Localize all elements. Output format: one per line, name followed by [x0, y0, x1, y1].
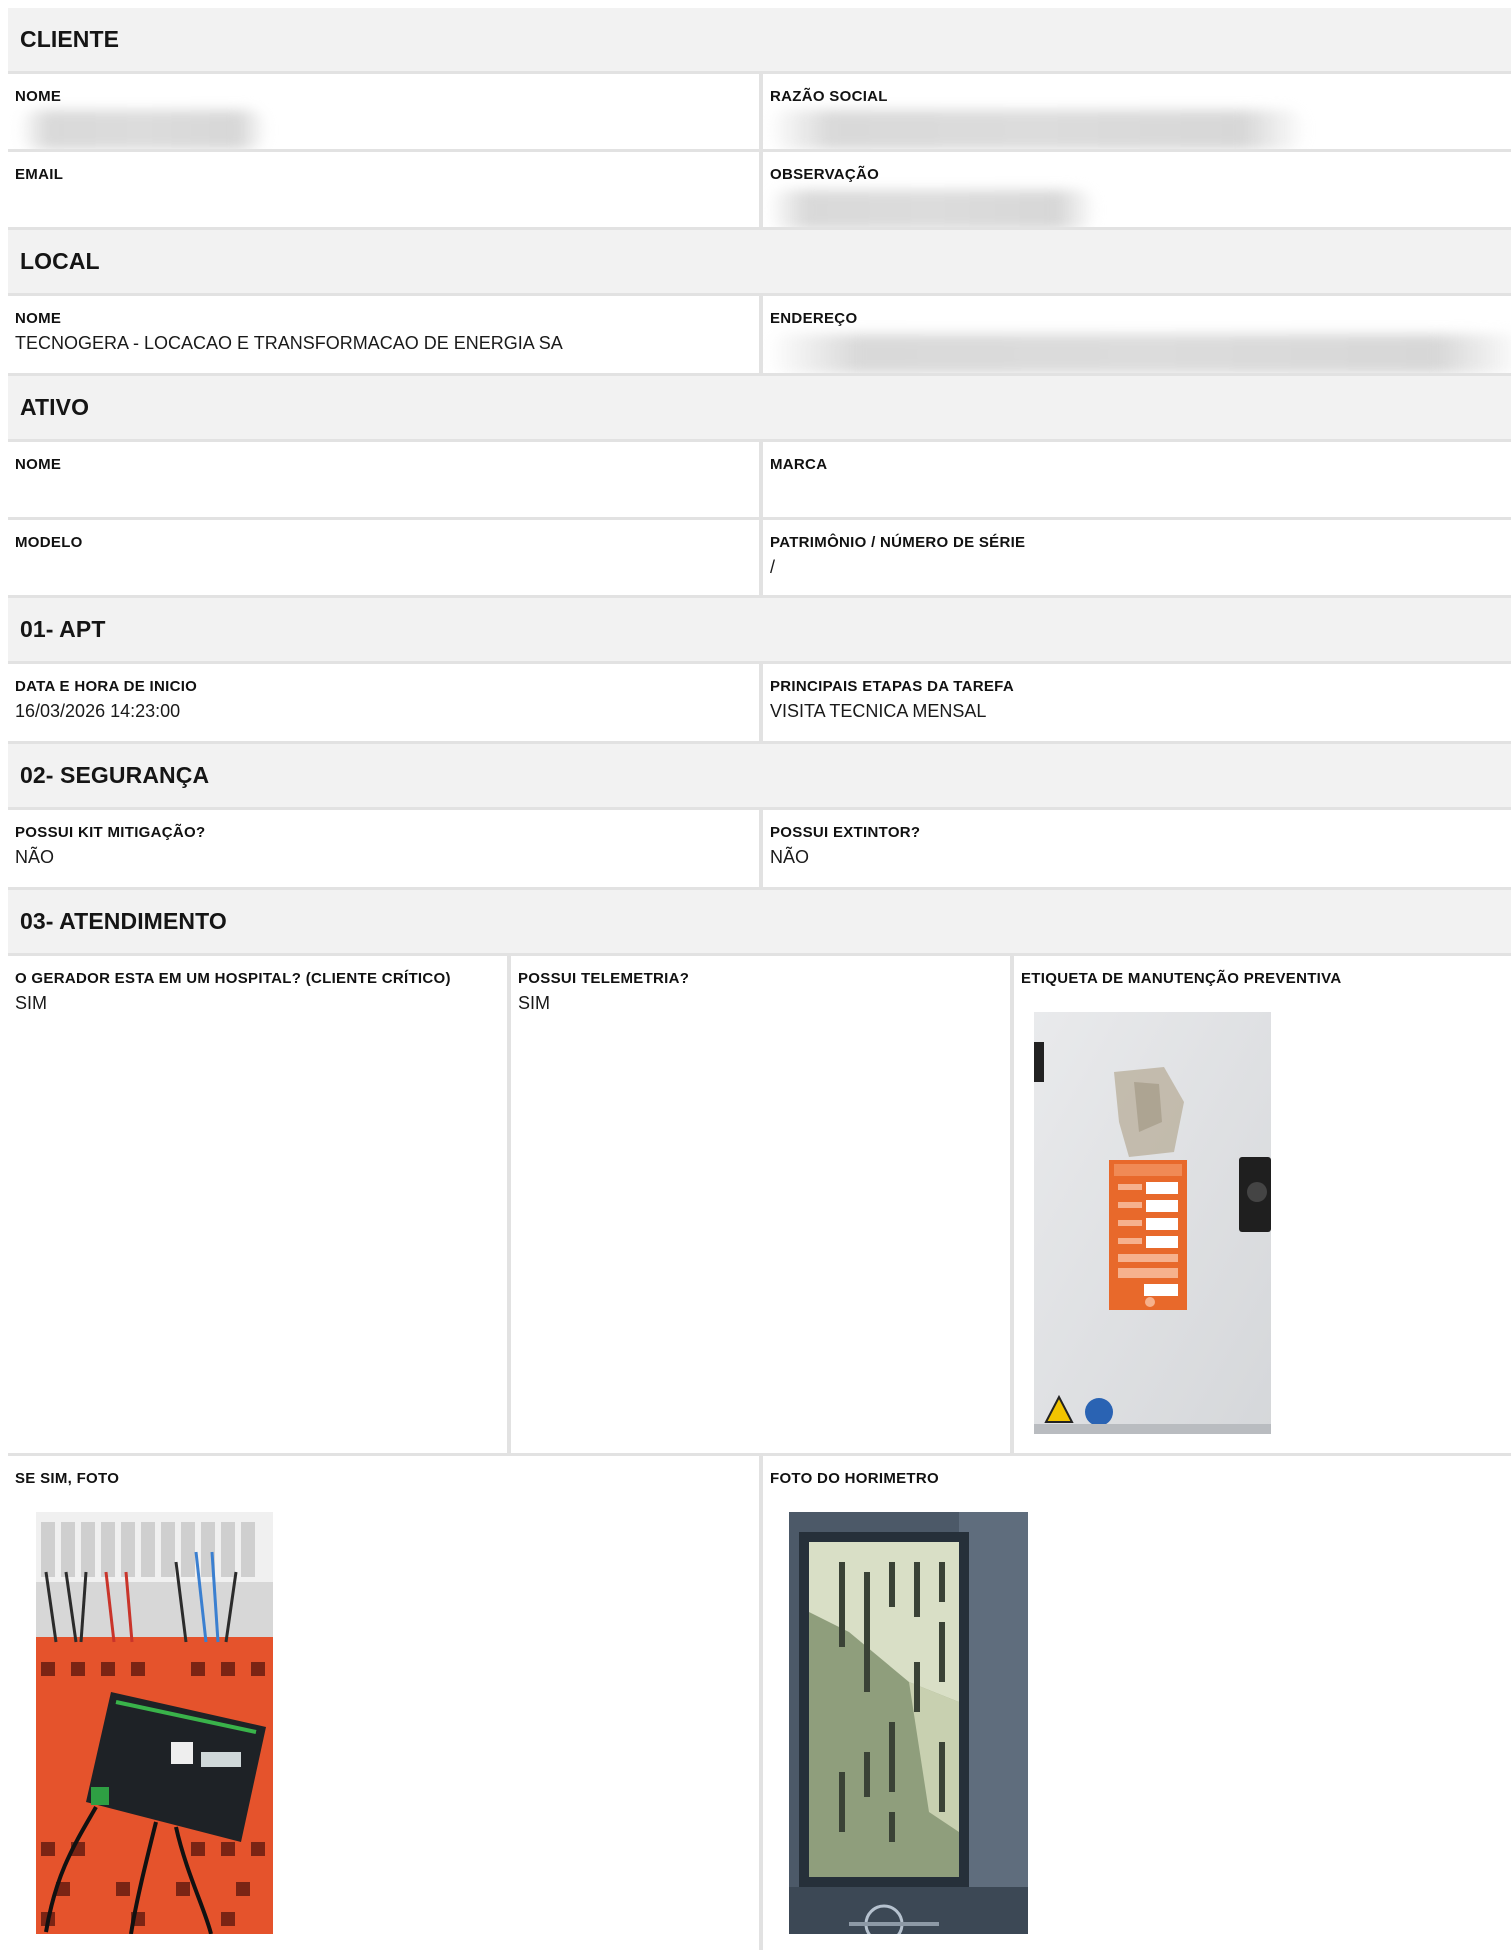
field-local-nome: NOME TECNOGERA - LOCACAO E TRANSFORMACAO…: [8, 296, 763, 373]
field-value: VISITA TECNICA MENSAL: [770, 701, 987, 721]
row-cliente-1: NOME RAZÃO SOCIAL: [8, 74, 1511, 152]
field-apt-inicio: DATA E HORA DE INICIO 16/03/2026 14:23:0…: [8, 664, 763, 741]
field-value: 16/03/2026 14:23:00: [15, 701, 181, 721]
section-seguranca: 02- SEGURANÇA: [8, 744, 1511, 810]
field-label: PRINCIPAIS ETAPAS DA TAREFA: [770, 678, 1014, 695]
horimetro-photo-image: [789, 1512, 1028, 1934]
redacted-value: [18, 110, 268, 149]
field-atendimento-horimetro: FOTO DO HORIMETRO: [763, 1456, 1511, 1950]
section-title-cliente: CLIENTE: [20, 26, 120, 52]
field-value: SIM: [15, 993, 48, 1013]
row-apt: DATA E HORA DE INICIO 16/03/2026 14:23:0…: [8, 664, 1511, 744]
field-ativo-patrimonio: PATRIMÔNIO / NÚMERO DE SÉRIE /: [763, 520, 1511, 595]
section-title-ativo: ATIVO: [20, 394, 90, 420]
redacted-value: [767, 334, 1511, 373]
field-value: [15, 479, 759, 499]
field-label: PATRIMÔNIO / NÚMERO DE SÉRIE: [770, 534, 1026, 551]
etiqueta-photo-image: [1034, 1012, 1271, 1434]
row-atendimento-1: O GERADOR ESTA EM UM HOSPITAL? (CLIENTE …: [8, 956, 1511, 1456]
field-value: /: [770, 557, 776, 577]
field-label: MODELO: [15, 534, 83, 551]
section-cliente: CLIENTE: [8, 8, 1511, 74]
field-ativo-marca: MARCA: [763, 442, 1511, 517]
field-ativo-modelo: MODELO: [8, 520, 763, 595]
row-seguranca: POSSUI KIT MITIGAÇÃO? NÃO POSSUI EXTINTO…: [8, 810, 1511, 890]
field-label: NOME: [15, 310, 62, 327]
row-cliente-2: EMAIL OBSERVAÇÃO: [8, 152, 1511, 230]
row-ativo-1: NOME MARCA: [8, 442, 1511, 520]
row-ativo-2: MODELO PATRIMÔNIO / NÚMERO DE SÉRIE /: [8, 520, 1511, 598]
field-seguranca-kit: POSSUI KIT MITIGAÇÃO? NÃO: [8, 810, 763, 887]
section-title-apt: 01- APT: [20, 616, 106, 642]
field-cliente-email: EMAIL: [8, 152, 763, 227]
section-apt: 01- APT: [8, 598, 1511, 664]
field-atendimento-telemetria: POSSUI TELEMETRIA? SIM: [511, 956, 1014, 1453]
field-label: POSSUI TELEMETRIA?: [518, 970, 690, 987]
field-cliente-observacao: OBSERVAÇÃO: [763, 152, 1511, 227]
section-atendimento: 03- ATENDIMENTO: [8, 890, 1511, 956]
field-label: EMAIL: [15, 166, 64, 183]
field-apt-etapas: PRINCIPAIS ETAPAS DA TAREFA VISITA TECNI…: [763, 664, 1511, 741]
field-seguranca-extintor: POSSUI EXTINTOR? NÃO: [763, 810, 1511, 887]
field-atendimento-etiqueta: ETIQUETA DE MANUTENÇÃO PREVENTIVA: [1014, 956, 1511, 1453]
field-cliente-razao-social: RAZÃO SOCIAL: [763, 74, 1511, 149]
field-atendimento-hospital: O GERADOR ESTA EM UM HOSPITAL? (CLIENTE …: [8, 956, 511, 1453]
row-local: NOME TECNOGERA - LOCACAO E TRANSFORMACAO…: [8, 296, 1511, 376]
field-label: RAZÃO SOCIAL: [770, 88, 888, 105]
field-value: [770, 479, 1511, 499]
field-local-endereco: ENDEREÇO: [763, 296, 1511, 373]
field-label: POSSUI KIT MITIGAÇÃO?: [15, 824, 206, 841]
section-ativo: ATIVO: [8, 376, 1511, 442]
field-label: NOME: [15, 88, 62, 105]
field-value: NÃO: [15, 847, 55, 867]
section-title-seguranca: 02- SEGURANÇA: [20, 762, 210, 788]
field-value: NÃO: [770, 847, 810, 867]
horimetro-photo[interactable]: [789, 1512, 1028, 1934]
section-title-local: LOCAL: [20, 248, 100, 274]
field-ativo-nome: NOME: [8, 442, 763, 517]
field-label: O GERADOR ESTA EM UM HOSPITAL? (CLIENTE …: [15, 970, 451, 987]
telemetria-photo-image: [36, 1512, 273, 1934]
field-label: MARCA: [770, 456, 828, 473]
row-atendimento-2: SE SIM, FOTO FOTO DO HORIMETRO: [8, 1456, 1511, 1950]
field-value: [15, 557, 759, 577]
field-label: POSSUI EXTINTOR?: [770, 824, 921, 841]
etiqueta-photo[interactable]: [1034, 1012, 1271, 1434]
field-cliente-nome: NOME: [8, 74, 763, 149]
redacted-value: [767, 110, 1307, 149]
redacted-value: [767, 190, 1097, 227]
field-label: NOME: [15, 456, 62, 473]
field-label: ETIQUETA DE MANUTENÇÃO PREVENTIVA: [1021, 970, 1342, 987]
field-value: [15, 189, 759, 209]
field-value: SIM: [518, 993, 551, 1013]
field-label: ENDEREÇO: [770, 310, 858, 327]
field-label: FOTO DO HORIMETRO: [770, 1470, 939, 1487]
field-atendimento-foto: SE SIM, FOTO: [8, 1456, 763, 1950]
field-value: TECNOGERA - LOCACAO E TRANSFORMACAO DE E…: [15, 333, 563, 353]
field-label: DATA E HORA DE INICIO: [15, 678, 198, 695]
field-label: OBSERVAÇÃO: [770, 166, 880, 183]
section-title-atendimento: 03- ATENDIMENTO: [20, 908, 227, 934]
section-local: LOCAL: [8, 230, 1511, 296]
telemetria-photo[interactable]: [36, 1512, 273, 1934]
field-label: SE SIM, FOTO: [15, 1470, 120, 1487]
